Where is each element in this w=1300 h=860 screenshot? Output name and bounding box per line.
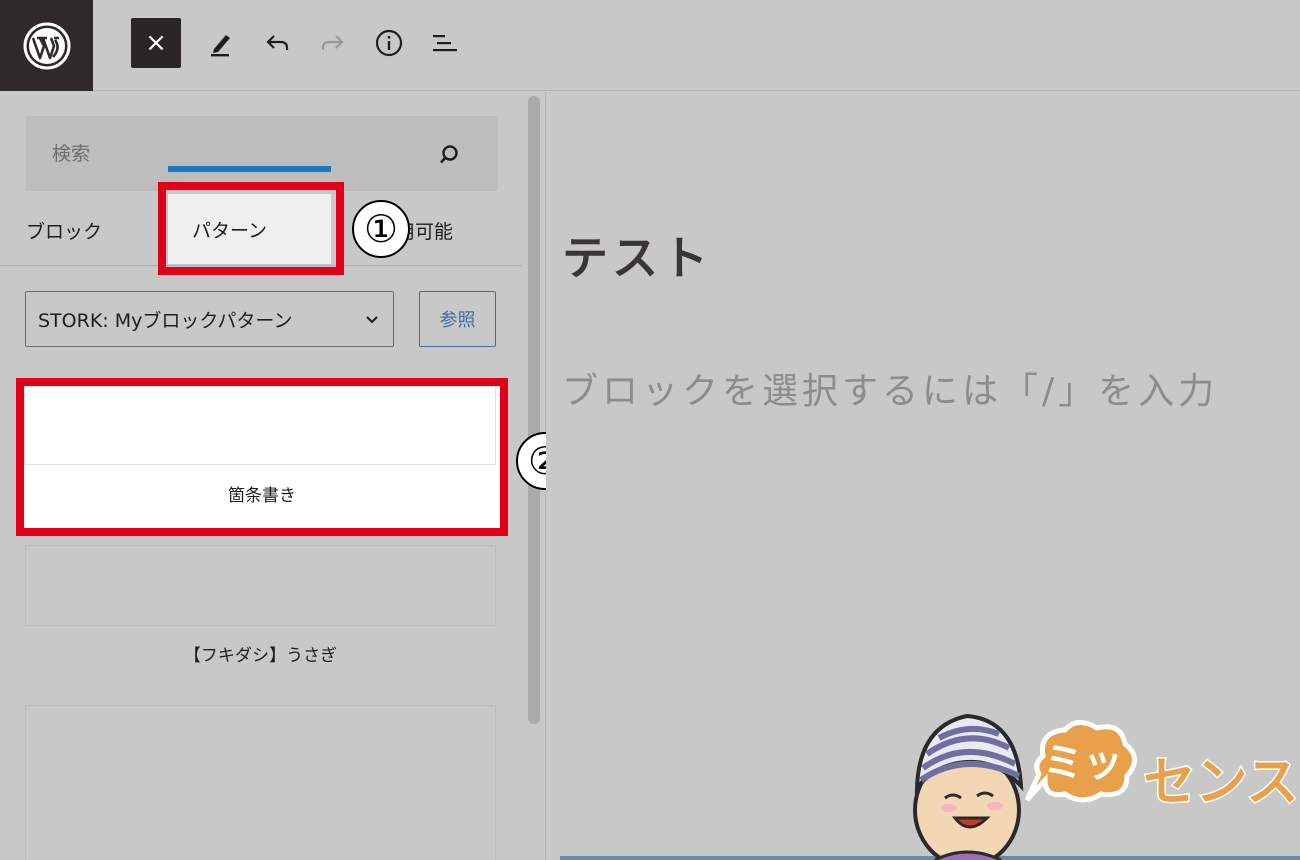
tools-button[interactable] [196, 18, 246, 68]
close-icon: × [145, 28, 167, 58]
browse-all-button[interactable]: 参照 [419, 291, 496, 347]
pencil-icon [211, 35, 230, 57]
mitsusense-logo: ミッ センス [913, 713, 1300, 860]
wordpress-logo-button[interactable] [0, 0, 93, 91]
logo-wordmark-text: センス [1144, 753, 1299, 813]
redo-button[interactable] [308, 18, 358, 68]
active-tab-indicator [168, 166, 331, 172]
chevron-down-icon [366, 316, 378, 324]
tab-blocks[interactable]: ブロック [26, 194, 102, 266]
highlight-box-pattern-item [16, 378, 508, 536]
search-icon[interactable] [438, 143, 460, 165]
editor-toolbar: × [0, 0, 1300, 91]
search-box [26, 116, 498, 191]
sidebar-scrollbar[interactable] [528, 96, 540, 724]
pattern-category-select[interactable]: STORK: Myブロックパターン [25, 291, 394, 347]
details-button[interactable] [364, 18, 414, 68]
undo-icon [266, 35, 289, 50]
tab-reusable-wrapper: 再利用可能 [394, 194, 522, 266]
step-marker-1: ① [352, 200, 410, 258]
redo-icon [321, 35, 344, 50]
pattern-preview[interactable] [25, 705, 496, 860]
post-title[interactable]: テスト [562, 222, 712, 288]
pattern-preview[interactable] [25, 545, 496, 626]
pattern-label: 【フキダシ】うさぎ [183, 645, 338, 666]
logo-mark-text: ミッ [1043, 740, 1123, 786]
search-input[interactable] [26, 116, 446, 191]
pattern-category-value: STORK: Myブロックパターン [38, 309, 293, 332]
undo-button[interactable] [252, 18, 302, 68]
list-view-icon [433, 35, 457, 52]
wordpress-logo-icon [23, 22, 70, 69]
block-placeholder[interactable]: ブロックを選択するには「/」を入力 [562, 362, 1218, 414]
list-view-button[interactable] [420, 18, 470, 68]
highlight-box-patterns-tab [158, 182, 344, 275]
info-icon [375, 29, 403, 57]
close-inserter-button[interactable]: × [131, 18, 181, 68]
